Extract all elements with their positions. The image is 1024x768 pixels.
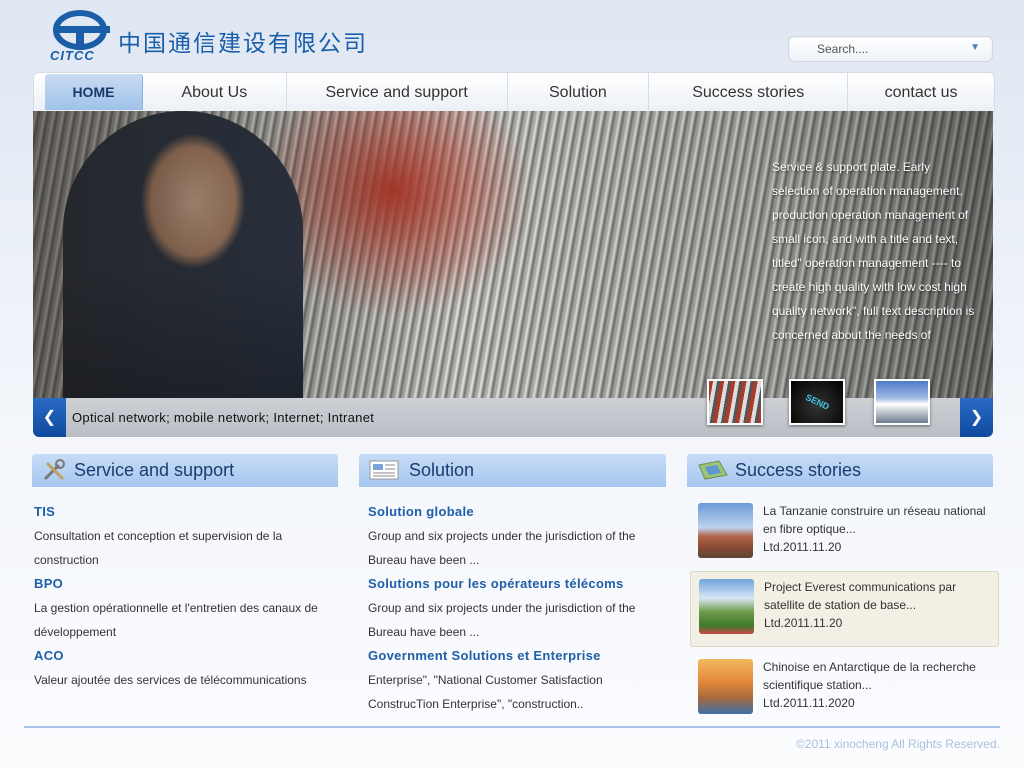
story-item-tanzanie[interactable]: La Tanzanie construire un réseau nationa… — [690, 496, 999, 572]
service-list: TIS Consultation et conception et superv… — [34, 500, 334, 692]
stories-section-header: Success stories — [687, 454, 993, 487]
story-thumb-alps — [699, 579, 754, 634]
service-desc-tis: Consultation et conception et supervisio… — [34, 529, 283, 567]
service-link-aco[interactable]: ACO — [34, 644, 334, 668]
service-link-tis[interactable]: TIS — [34, 500, 334, 524]
solution-link-operateurs[interactable]: Solutions pour les opérateurs télécoms — [368, 572, 658, 596]
main-nav: HOME About Us Service and support Soluti… — [33, 72, 995, 112]
service-desc-aco: Valeur ajoutée des services de télécommu… — [34, 673, 307, 687]
story-date: Ltd.2011.11.20 — [764, 616, 843, 630]
copyright: ©2011 xinocheng All Rights Reserved. — [795, 737, 1000, 751]
chevron-down-icon[interactable]: ▼ — [970, 42, 980, 53]
story-link-tanzanie[interactable]: La Tanzanie construire un réseau nationa… — [763, 504, 986, 536]
company-name: 中国通信建设有限公司 — [118, 31, 368, 57]
search-input[interactable] — [817, 42, 967, 56]
stories-section-title: Success stories — [735, 460, 862, 480]
logo-wordmark: CITCC — [50, 48, 95, 63]
service-section-title: Service and support — [74, 460, 235, 480]
banner-caption: Optical network; mobile network; Interne… — [72, 410, 375, 425]
service-desc-bpo: La gestion opérationnelle et l'entretien… — [34, 601, 318, 639]
story-thumb-castle — [698, 503, 753, 558]
solution-link-globale[interactable]: Solution globale — [368, 500, 658, 524]
solution-section-header: Solution — [359, 454, 666, 487]
story-item-antarctique[interactable]: Chinoise en Antarctique de la recherche … — [690, 652, 999, 728]
solution-section-title: Solution — [409, 460, 475, 480]
solution-desc-globale: Group and six projects under the jurisdi… — [368, 529, 636, 567]
banner-thumb-send-key[interactable]: SEND — [789, 379, 845, 425]
solution-list: Solution globale Group and six projects … — [368, 500, 658, 716]
story-thumb-city — [698, 659, 753, 714]
banner-description: Service & support plate. Early selection… — [772, 160, 975, 342]
tools-icon — [44, 459, 65, 480]
story-date: Ltd.2011.11.2020 — [763, 696, 855, 710]
nav-success-stories[interactable]: Success stories — [649, 73, 849, 111]
service-section-header: Service and support — [32, 454, 338, 487]
nav-solution[interactable]: Solution — [508, 73, 650, 111]
nav-home[interactable]: HOME — [45, 74, 143, 110]
solution-desc-operateurs: Group and six projects under the jurisdi… — [368, 601, 636, 639]
map-icon — [698, 460, 728, 480]
banner-thumb-mountain[interactable] — [874, 379, 930, 425]
nav-about-us[interactable]: About Us — [143, 73, 287, 111]
send-key-label: SEND — [804, 392, 831, 412]
banner-thumb-cables[interactable] — [707, 379, 763, 425]
story-link-antarctique[interactable]: Chinoise en Antarctique de la recherche … — [763, 660, 976, 692]
newspaper-icon — [369, 460, 399, 480]
service-link-bpo[interactable]: BPO — [34, 572, 334, 596]
logo[interactable]: CITCC 中国通信建设有限公司 — [46, 10, 366, 66]
nav-service-and-support[interactable]: Service and support — [287, 73, 508, 111]
footer-divider — [24, 726, 1000, 728]
search-box[interactable]: ▼ — [788, 36, 993, 62]
story-item-everest[interactable]: Project Everest communications par satel… — [690, 571, 999, 647]
story-link-everest[interactable]: Project Everest communications par satel… — [764, 580, 956, 612]
arrow-left-icon[interactable]: ❮ — [33, 398, 66, 437]
banner-slideshow: Service & support plate. Early selection… — [33, 111, 993, 437]
banner-caption-bar: ❮ Optical network; mobile network; Inter… — [33, 398, 993, 437]
arrow-right-icon[interactable]: ❯ — [960, 398, 993, 437]
solution-desc-government: Enterprise", "National Customer Satisfac… — [368, 673, 603, 711]
story-date: Ltd.2011.11.20 — [763, 540, 842, 554]
nav-contact-us[interactable]: contact us — [848, 73, 994, 111]
solution-link-government[interactable]: Government Solutions et Enterprise — [368, 644, 658, 668]
